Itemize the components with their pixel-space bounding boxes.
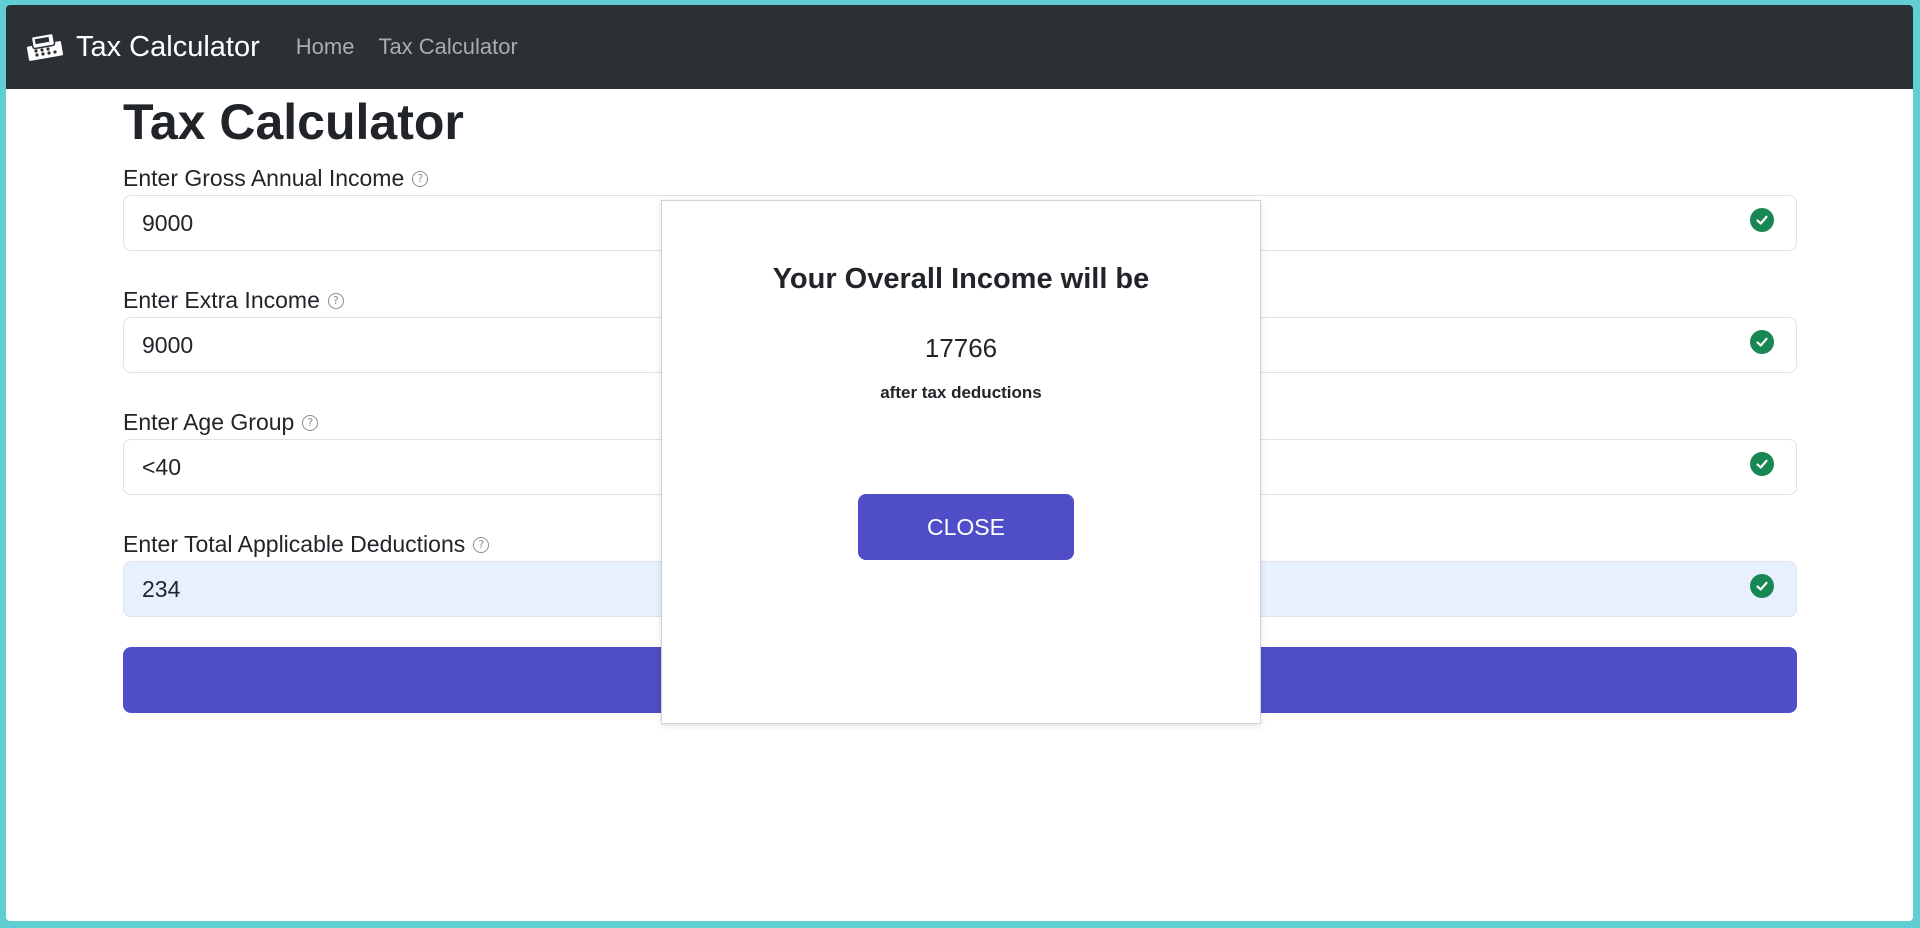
deductions-value: 234 <box>142 575 181 602</box>
check-circle-icon <box>1750 452 1774 476</box>
modal-heading: Your Overall Income will be <box>772 263 1150 295</box>
nav-link-home[interactable]: Home <box>296 34 355 60</box>
extra-income-value: 9000 <box>142 331 194 358</box>
extra-income-label-text: Enter Extra Income <box>123 287 320 313</box>
page-title: Tax Calculator <box>123 94 464 150</box>
calculator-logo-icon <box>25 32 65 63</box>
overall-income-amount: 17766 <box>924 333 998 363</box>
gross-income-value: 9000 <box>142 209 194 236</box>
age-group-label-text: Enter Age Group <box>123 409 295 435</box>
question-circle-icon[interactable]: ? <box>473 536 490 553</box>
navbar: Tax Calculator Home Tax Calculator <box>6 5 1913 89</box>
app-window: Tax Calculator Home Tax Calculator Tax C… <box>6 5 1913 921</box>
close-button[interactable]: CLOSE <box>858 494 1074 560</box>
gross-income-label-text: Enter Gross Annual Income <box>123 165 405 191</box>
result-modal: Your Overall Income will be 17766 after … <box>661 200 1261 724</box>
check-circle-icon <box>1750 574 1774 598</box>
brand[interactable]: Tax Calculator <box>24 29 260 65</box>
brand-title: Tax Calculator <box>76 30 260 63</box>
check-circle-icon <box>1750 330 1774 354</box>
question-circle-icon[interactable]: ? <box>412 170 429 187</box>
modal-note: after tax deductions <box>880 383 1042 402</box>
age-group-value: <40 <box>142 453 182 480</box>
gross-income-label: Enter Gross Annual Income ? <box>123 165 429 192</box>
nav-link-tax-calculator[interactable]: Tax Calculator <box>378 34 517 60</box>
check-circle-icon <box>1750 208 1774 232</box>
deductions-label-text: Enter Total Applicable Deductions <box>123 531 466 557</box>
question-circle-icon[interactable]: ? <box>327 292 344 309</box>
age-group-label: Enter Age Group ? <box>123 409 319 436</box>
extra-income-label: Enter Extra Income ? <box>123 287 344 314</box>
question-circle-icon[interactable]: ? <box>302 414 319 431</box>
deductions-label: Enter Total Applicable Deductions ? <box>123 531 490 558</box>
